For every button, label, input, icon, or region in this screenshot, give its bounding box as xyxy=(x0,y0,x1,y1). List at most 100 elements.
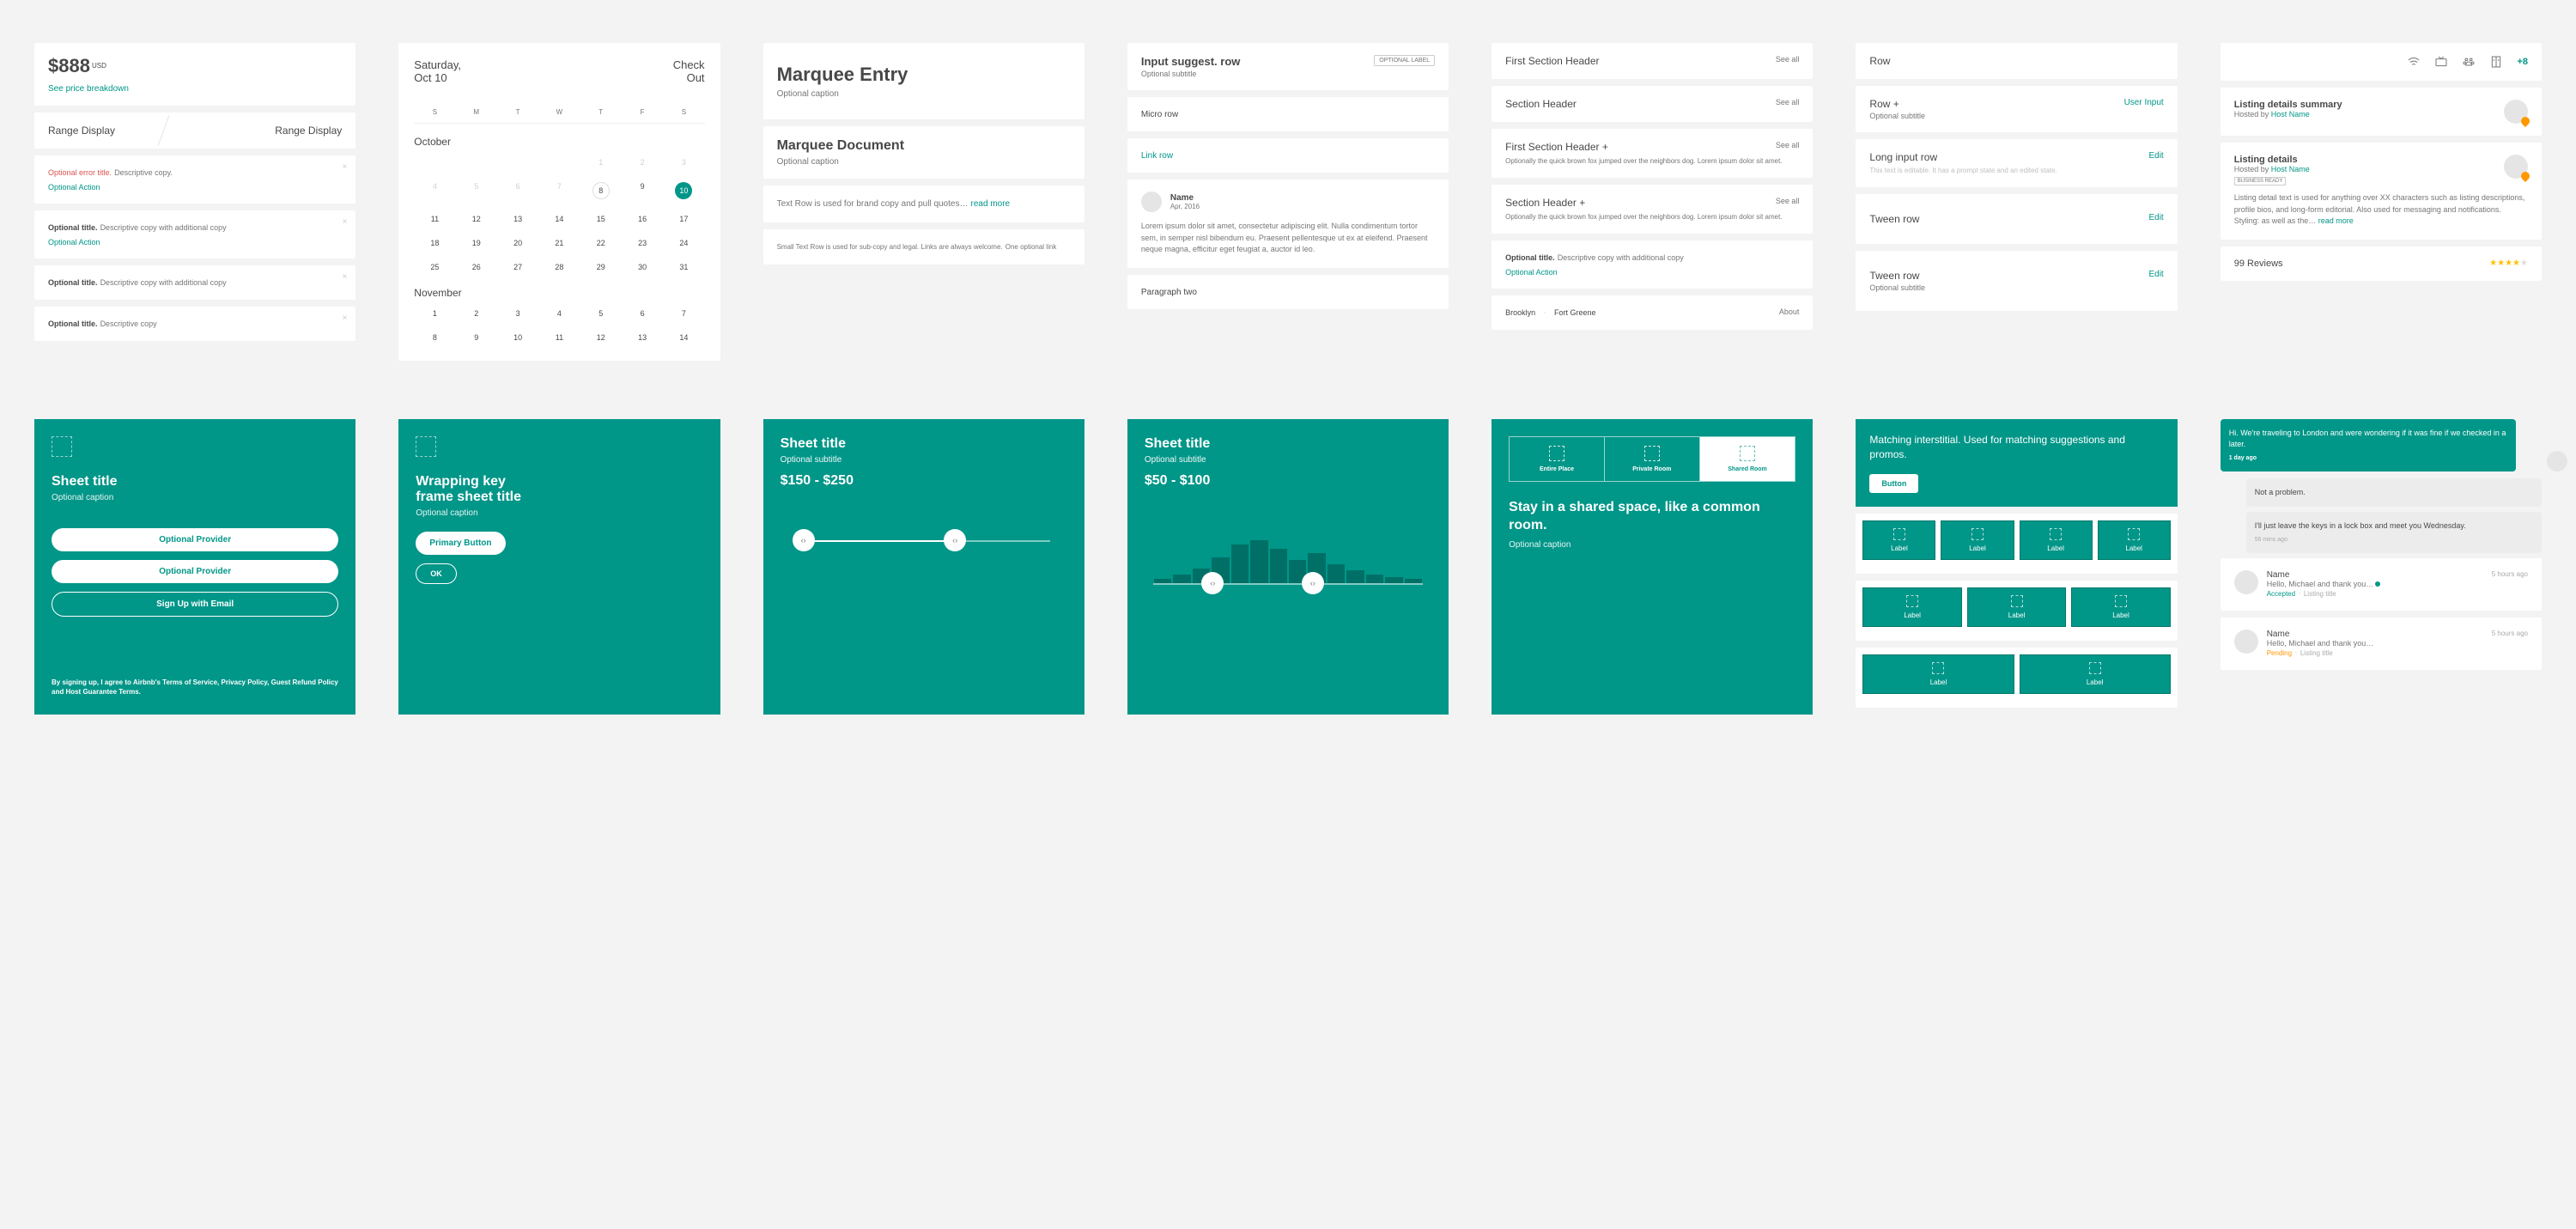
edit-link[interactable]: Edit xyxy=(2148,213,2163,222)
optional-action-link[interactable]: Optional Action xyxy=(48,238,342,246)
thread-row[interactable]: 5 hours ago Name Hello, Michael and than… xyxy=(2221,558,2542,611)
calendar-day[interactable]: 4 xyxy=(414,179,455,203)
label-cell[interactable]: Label xyxy=(1862,587,1961,627)
calendar-day[interactable]: 11 xyxy=(414,211,455,227)
calendar-day[interactable]: 28 xyxy=(538,259,580,275)
calendar-day[interactable]: 20 xyxy=(497,235,538,251)
label-cell[interactable]: Label xyxy=(1862,654,2014,694)
section-header-row[interactable]: Section Header See all xyxy=(1492,86,1813,122)
calendar-day[interactable]: 2 xyxy=(622,155,663,170)
close-icon[interactable]: × xyxy=(342,272,347,282)
calendar-day[interactable]: 12 xyxy=(456,211,497,227)
calendar-day[interactable]: 25 xyxy=(414,259,455,275)
price-slider[interactable]: ‹› ‹› xyxy=(798,540,1050,542)
edit-link[interactable]: Edit xyxy=(2148,270,2163,279)
provider-button-1[interactable]: Optional Provider xyxy=(52,528,338,551)
calendar-day[interactable]: 26 xyxy=(456,259,497,275)
calendar-day[interactable]: 4 xyxy=(538,306,580,321)
thread-row[interactable]: 5 hours ago Name Hello, Michael and than… xyxy=(2221,618,2542,670)
price-slider[interactable]: ‹› ‹› xyxy=(1153,583,1423,585)
calendar-day[interactable]: 11 xyxy=(538,330,580,345)
calendar-day[interactable]: 29 xyxy=(580,259,622,275)
calendar-day[interactable]: 1 xyxy=(414,306,455,321)
interstitial-button[interactable]: Button xyxy=(1869,474,1918,493)
see-all-link[interactable]: See all xyxy=(1776,141,1800,149)
calendar-day[interactable]: 10 xyxy=(497,330,538,345)
see-all-link[interactable]: See all xyxy=(1776,197,1800,205)
calendar-day[interactable]: 31 xyxy=(663,259,704,275)
read-more-link[interactable]: read more xyxy=(2318,216,2354,225)
calendar-day[interactable]: 3 xyxy=(497,306,538,321)
more-badge[interactable]: +8 xyxy=(2517,57,2528,67)
range-display-card[interactable]: Range Display Range Display xyxy=(34,113,355,149)
micro-row[interactable]: Micro row xyxy=(1127,97,1449,131)
calendar-day[interactable]: 3 xyxy=(663,155,704,170)
calendar-day[interactable]: 10 xyxy=(663,179,704,203)
section-header-plus-row[interactable]: First Section Header + See all Optionall… xyxy=(1492,129,1813,178)
tween-row[interactable]: Tween row Optional subtitle Edit xyxy=(1856,251,2177,311)
slider-knob-max[interactable]: ‹› xyxy=(1302,572,1324,594)
row-plus[interactable]: Row + Optional subtitle User Input xyxy=(1856,86,2177,132)
label-cell[interactable]: Label xyxy=(2098,520,2171,560)
breadcrumb-item[interactable]: Fort Greene xyxy=(1554,308,1596,317)
label-cell[interactable]: Label xyxy=(2020,654,2171,694)
calendar-day[interactable]: 5 xyxy=(456,179,497,203)
calendar-day[interactable]: 24 xyxy=(663,235,704,251)
calendar-day[interactable]: 8 xyxy=(580,179,622,203)
see-all-link[interactable]: See all xyxy=(1776,98,1800,106)
reviews-row[interactable]: 99 Reviews ★★★★★ xyxy=(2221,246,2542,281)
host-name-link[interactable]: Host Name xyxy=(2271,110,2310,119)
calendar-day[interactable]: 16 xyxy=(622,211,663,227)
close-icon[interactable]: × xyxy=(342,217,347,227)
label-cell[interactable]: Label xyxy=(1941,520,2014,560)
calendar-day[interactable]: 8 xyxy=(414,330,455,345)
calendar-day[interactable]: 12 xyxy=(580,330,622,345)
link-row[interactable]: Link row xyxy=(1127,138,1449,173)
section-header-plus-row[interactable]: Section Header + See all Optionally the … xyxy=(1492,185,1813,234)
host-name-link[interactable]: Host Name xyxy=(2271,165,2310,173)
calendar-day[interactable]: 9 xyxy=(622,179,663,203)
provider-button-2[interactable]: Optional Provider xyxy=(52,560,338,583)
close-icon[interactable]: × xyxy=(342,162,347,172)
room-type-shared[interactable]: Shared Room xyxy=(1700,437,1795,481)
calendar-day[interactable]: 7 xyxy=(663,306,704,321)
room-type-entire[interactable]: Entire Place xyxy=(1510,437,1605,481)
calendar-day[interactable]: 2 xyxy=(456,306,497,321)
slider-knob-min[interactable]: ‹› xyxy=(793,529,815,551)
host-avatar[interactable] xyxy=(2504,155,2528,179)
calendar-day[interactable]: 6 xyxy=(622,306,663,321)
calendar-day[interactable]: 14 xyxy=(663,330,704,345)
label-cell[interactable]: Label xyxy=(2020,520,2093,560)
breadcrumb-item[interactable]: Brooklyn xyxy=(1505,308,1535,317)
about-link[interactable]: About xyxy=(1779,307,1800,316)
listing-summary-card[interactable]: Listing details summary Hosted by Host N… xyxy=(2221,88,2542,136)
optional-action-link[interactable]: Optional Action xyxy=(1505,268,1799,277)
calendar-day[interactable]: 22 xyxy=(580,235,622,251)
calendar-day[interactable]: 15 xyxy=(580,211,622,227)
calendar-day[interactable]: 7 xyxy=(538,179,580,203)
row[interactable]: Row xyxy=(1856,43,2177,79)
calendar-day[interactable]: 13 xyxy=(497,211,538,227)
label-cell[interactable]: Label xyxy=(1967,587,2066,627)
label-cell[interactable]: Label xyxy=(2071,587,2170,627)
read-more-link[interactable]: read more xyxy=(971,199,1011,209)
edit-link[interactable]: Edit xyxy=(2148,151,2163,161)
slider-knob-max[interactable]: ‹› xyxy=(944,529,966,551)
close-icon[interactable]: × xyxy=(342,313,347,323)
calendar-day[interactable]: 1 xyxy=(580,155,622,170)
price-breakdown-link[interactable]: See price breakdown xyxy=(48,84,129,94)
long-input-row[interactable]: Long input row Edit This text is editabl… xyxy=(1856,139,2177,187)
calendar-day[interactable]: 6 xyxy=(497,179,538,203)
input-suggest-row[interactable]: Input suggest. row Optional subtitle OPT… xyxy=(1127,43,1449,90)
primary-button[interactable]: Primary Button xyxy=(416,532,505,555)
label-cell[interactable]: Label xyxy=(1862,520,1935,560)
ok-button[interactable]: OK xyxy=(416,563,457,584)
calendar-day[interactable]: 23 xyxy=(622,235,663,251)
see-all-link[interactable]: See all xyxy=(1776,55,1800,64)
calendar-day[interactable]: 5 xyxy=(580,306,622,321)
calendar-day[interactable]: 17 xyxy=(663,211,704,227)
room-type-private[interactable]: Private Room xyxy=(1605,437,1700,481)
small-text-link[interactable]: One optional link xyxy=(1005,243,1057,251)
section-header-row[interactable]: First Section Header See all xyxy=(1492,43,1813,79)
email-signup-button[interactable]: Sign Up with Email xyxy=(52,592,338,617)
